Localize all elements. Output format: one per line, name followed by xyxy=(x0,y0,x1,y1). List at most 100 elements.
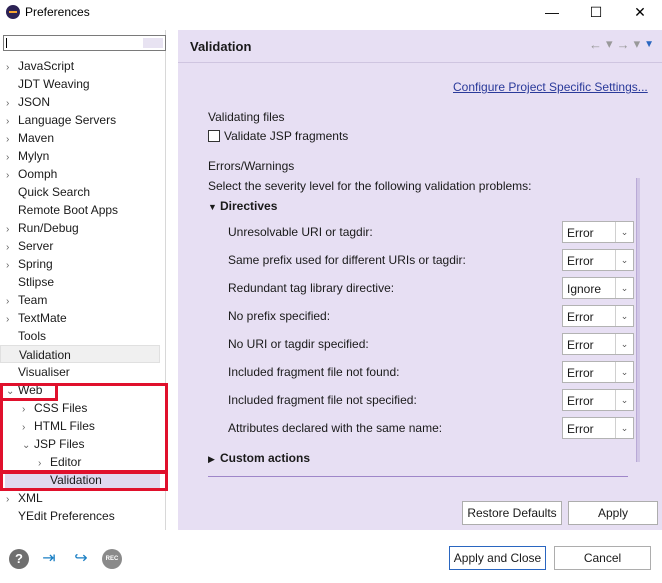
severity-select[interactable]: Error ⌄ xyxy=(562,221,634,243)
chevron-down-icon[interactable]: ⌄ xyxy=(615,362,633,382)
tree-item-label: Mylyn xyxy=(18,149,50,163)
chevron-down-icon[interactable]: ⌄ xyxy=(615,222,633,242)
tree-item-xml[interactable]: › XML xyxy=(0,489,160,507)
tree-item-javascript[interactable]: › JavaScript xyxy=(0,57,160,75)
tree-item-team[interactable]: › Team xyxy=(0,291,160,309)
tree-item-label: Server xyxy=(18,239,54,253)
tree-item-label: Team xyxy=(18,293,48,307)
tree-item-editor[interactable]: › Editor xyxy=(0,453,160,471)
tree-item-label: TextMate xyxy=(18,311,67,325)
help-icon[interactable]: ? xyxy=(9,549,29,569)
back-arrow-icon[interactable]: ← xyxy=(589,37,602,52)
tree-item-web[interactable]: ⌄ Web xyxy=(0,381,160,399)
back-dropdown-icon[interactable]: ▾ xyxy=(606,36,613,52)
tree-item-language-servers[interactable]: › Language Servers xyxy=(0,111,160,129)
tree-item-json[interactable]: › JSON xyxy=(0,93,160,111)
forward-dropdown-icon[interactable]: ▾ xyxy=(634,36,641,52)
severity-rule-row: Redundant tag library directive: Ignore ⌄ xyxy=(228,277,638,299)
severity-rule-row: Included fragment file not specified: Err… xyxy=(228,389,638,411)
configure-project-settings-link[interactable]: Configure Project Specific Settings... xyxy=(453,80,648,94)
tree-item-label: Language Servers xyxy=(18,113,117,127)
tree-item-server[interactable]: › Server xyxy=(0,237,160,255)
severity-select[interactable]: Error ⌄ xyxy=(562,417,634,439)
severity-select[interactable]: Ignore ⌄ xyxy=(562,277,634,299)
tree-item-stlipse[interactable]: Stlipse xyxy=(0,273,160,291)
view-menu-icon[interactable]: ▼ xyxy=(644,39,654,50)
severity-select-value: Error xyxy=(567,338,594,352)
severity-rule-row: Same prefix used for different URIs or t… xyxy=(228,249,638,271)
tree-item-visualiser[interactable]: Visualiser xyxy=(0,363,160,381)
severity-select[interactable]: Error ⌄ xyxy=(562,305,634,327)
severity-rule-row: Included fragment file not found: Error ⌄ xyxy=(228,361,638,383)
tree-item-validation[interactable]: Validation xyxy=(0,345,160,363)
validate-jsp-fragments-row[interactable]: Validate JSP fragments xyxy=(208,129,348,143)
severity-rule-label: Same prefix used for different URIs or t… xyxy=(228,253,466,267)
tree-item-label: XML xyxy=(18,491,43,505)
tree-item-label: Visualiser xyxy=(18,365,70,379)
tree-item-maven[interactable]: › Maven xyxy=(0,129,160,147)
maximize-button[interactable]: ☐ xyxy=(586,3,606,21)
tree-item-yedit-preferences[interactable]: YEdit Preferences xyxy=(0,507,160,525)
chevron-down-icon[interactable]: ⌄ xyxy=(615,306,633,326)
tree-item-label: Validation xyxy=(50,473,102,487)
tree-item-label: Maven xyxy=(18,131,55,145)
tree-item-jdt-weaving[interactable]: JDT Weaving xyxy=(0,75,160,93)
tree-item-label: CSS Files xyxy=(34,401,88,415)
record-icon[interactable]: REC xyxy=(102,549,122,569)
tree-item-validation[interactable]: Validation xyxy=(5,471,160,489)
title-bar: Preferences — ☐ ✕ xyxy=(0,0,662,25)
preferences-tree-pane: › JavaScript JDT Weaving › JSON › Language Ser… xyxy=(0,30,166,530)
validate-jsp-fragments-checkbox[interactable] xyxy=(208,130,220,142)
apply-button[interactable]: Apply xyxy=(568,501,658,525)
forward-arrow-icon[interactable]: → xyxy=(617,37,630,52)
severity-select-value: Ignore xyxy=(567,282,602,296)
close-button[interactable]: ✕ xyxy=(630,3,650,21)
tree-item-mylyn[interactable]: › Mylyn xyxy=(0,147,160,165)
severity-select[interactable]: Error ⌄ xyxy=(562,361,634,383)
chevron-down-icon[interactable]: ⌄ xyxy=(615,418,633,438)
import-icon[interactable]: ⇥ xyxy=(38,548,60,570)
tree-item-html-files[interactable]: › HTML Files xyxy=(0,417,160,435)
chevron-down-icon[interactable]: ⌄ xyxy=(615,390,633,410)
export-icon[interactable]: ↪ xyxy=(70,548,92,570)
chevron-down-icon[interactable]: ⌄ xyxy=(615,278,633,298)
restore-defaults-button[interactable]: Restore Defaults xyxy=(462,501,562,525)
tree-item-spring[interactable]: › Spring xyxy=(0,255,160,273)
severity-rule-row: Unresolvable URI or tagdir: Error ⌄ xyxy=(228,221,638,243)
tree-item-quick-search[interactable]: Quick Search xyxy=(0,183,160,201)
apply-and-close-button[interactable]: Apply and Close xyxy=(449,546,546,570)
tree-item-jsp-files[interactable]: ⌄ JSP Files xyxy=(0,435,160,453)
tree-item-textmate[interactable]: › TextMate xyxy=(0,309,160,327)
tree-item-remote-boot-apps[interactable]: Remote Boot Apps xyxy=(0,201,160,219)
errors-warnings-title: Errors/Warnings xyxy=(208,159,295,173)
custom-actions-section-toggle[interactable]: ▶ Custom actions xyxy=(208,451,310,465)
directives-section-toggle[interactable]: ▼ Directives xyxy=(208,199,277,213)
tree-item-label: Quick Search xyxy=(18,185,91,199)
severity-select[interactable]: Error ⌄ xyxy=(562,249,634,271)
title-separator xyxy=(178,62,662,63)
severity-select-value: Error xyxy=(567,366,594,380)
minimize-button[interactable]: — xyxy=(542,3,562,21)
chevron-down-icon[interactable]: ⌄ xyxy=(615,250,633,270)
tree-item-label: JDT Weaving xyxy=(18,77,90,91)
tree-item-label: Spring xyxy=(18,257,53,271)
directives-label: Directives xyxy=(220,199,278,213)
tree-item-label: Tools xyxy=(18,329,47,343)
tree-item-run-debug[interactable]: › Run/Debug xyxy=(0,219,160,237)
filter-input[interactable] xyxy=(3,35,166,51)
tree-item-label: Web xyxy=(18,383,43,397)
severity-select[interactable]: Error ⌄ xyxy=(562,389,634,411)
severity-rule-label: Unresolvable URI or tagdir: xyxy=(228,225,373,239)
tree-item-label: JSON xyxy=(18,95,51,109)
severity-select-value: Error xyxy=(567,310,594,324)
tree-item-css-files[interactable]: › CSS Files xyxy=(0,399,160,417)
severity-select[interactable]: Error ⌄ xyxy=(562,333,634,355)
cancel-button[interactable]: Cancel xyxy=(554,546,651,570)
tree-item-label: Validation xyxy=(19,348,71,362)
tree-item-oomph[interactable]: › Oomph xyxy=(0,165,160,183)
severity-rule-row: No URI or tagdir specified: Error ⌄ xyxy=(228,333,638,355)
chevron-down-icon[interactable]: ⌄ xyxy=(615,334,633,354)
severity-rule-row: No prefix specified: Error ⌄ xyxy=(228,305,638,327)
tree-item-tools[interactable]: Tools xyxy=(0,327,160,345)
expanded-triangle-icon: ▼ xyxy=(208,202,217,212)
